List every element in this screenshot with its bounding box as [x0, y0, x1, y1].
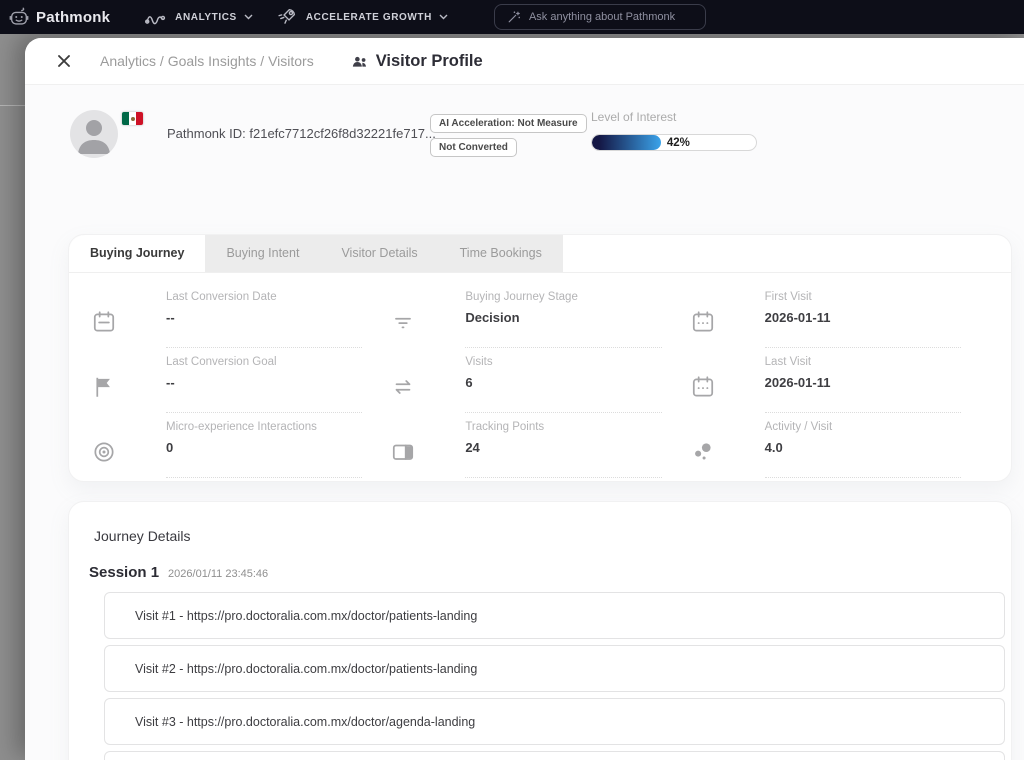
status-badge: Not Converted — [430, 138, 517, 157]
visit-row[interactable]: Visit #1 - https://pro.doctoralia.com.mx… — [104, 592, 1005, 639]
stat-value: Decision — [465, 310, 661, 325]
level-of-interest-bar: 42% — [591, 134, 757, 151]
stat-item: Visits 6 — [390, 348, 689, 413]
tab-buying-intent[interactable]: Buying Intent — [205, 235, 320, 272]
level-of-interest-value: 42% — [667, 137, 690, 149]
page-title: Visitor Profile — [376, 52, 483, 71]
ask-anything-input[interactable]: Ask anything about Pathmonk — [494, 4, 706, 30]
stat-value: -- — [166, 375, 362, 390]
visit-list: Visit #1 - https://pro.doctoralia.com.mx… — [104, 592, 1005, 760]
stat-item: Last Conversion Date -- — [91, 283, 390, 348]
calendar-icon — [690, 348, 765, 413]
mexico-flag-icon — [122, 112, 143, 125]
breadcrumb[interactable]: Analytics / Goals Insights / Visitors — [100, 53, 314, 69]
stat-label: Buying Journey Stage — [465, 291, 661, 303]
journey-details-title: Journey Details — [94, 528, 191, 544]
brand[interactable]: Pathmonk — [8, 6, 110, 28]
ask-anything-placeholder: Ask anything about Pathmonk — [529, 11, 675, 23]
stat-label: Micro-experience Interactions — [166, 421, 362, 433]
status-badge: AI Acceleration: Not Measure — [430, 114, 587, 133]
stat-label: First Visit — [765, 291, 961, 303]
filter-icon — [390, 283, 465, 348]
level-of-interest: Level of Interest 42% — [591, 110, 757, 151]
panel-header: Analytics / Goals Insights / Visitors Vi… — [25, 38, 1024, 84]
visit-row[interactable]: Visit #2 - https://pro.doctoralia.com.mx… — [104, 645, 1005, 692]
stat-value: -- — [166, 310, 362, 325]
stats-grid: Last Conversion Date -- Buying Journey S… — [91, 283, 989, 478]
pathmonk-robot-logo-icon — [8, 6, 30, 28]
profile-summary: Pathmonk ID: f21efc7712cf26f8d32221fe717… — [70, 110, 1012, 188]
stat-value: 6 — [465, 375, 661, 390]
top-nav: Pathmonk ANALYTICS ACCEL — [0, 0, 1024, 34]
visit-row[interactable]: Visit #4 - https://pro.doctoralia.com.mx… — [104, 751, 1005, 760]
rocket-icon — [275, 6, 299, 28]
avatar — [70, 110, 118, 158]
calendar-icon — [690, 283, 765, 348]
buying-journey-card: Buying Journey Buying Intent Visitor Det… — [68, 234, 1012, 482]
journey-details-card: Journey Details Session 1 2026/01/11 23:… — [68, 501, 1012, 760]
backdrop-divider — [0, 105, 25, 106]
nav-growth-label: ACCELERATE GROWTH — [306, 12, 432, 23]
session-header: Session 1 2026/01/11 23:45:46 — [89, 564, 268, 581]
visit-label: Visit #1 - https://pro.doctoralia.com.mx… — [135, 609, 477, 623]
pathmonk-id: Pathmonk ID: f21efc7712cf26f8d32221fe717… — [167, 126, 436, 141]
repeat-icon — [390, 348, 465, 413]
stat-item: First Visit 2026-01-11 — [690, 283, 989, 348]
ripple-icon — [91, 413, 166, 478]
stat-label: Activity / Visit — [765, 421, 961, 433]
visit-row[interactable]: Visit #3 - https://pro.doctoralia.com.mx… — [104, 698, 1005, 745]
session-timestamp: 2026/01/11 23:45:46 — [168, 568, 268, 580]
stat-label: Last Conversion Date — [166, 291, 362, 303]
panel-body: Pathmonk ID: f21efc7712cf26f8d32221fe717… — [25, 84, 1024, 760]
stat-item: Micro-experience Interactions 0 — [91, 413, 390, 478]
chevron-down-icon — [244, 14, 253, 20]
chevron-down-icon — [439, 14, 448, 20]
analytics-squiggle-icon — [144, 7, 168, 27]
level-of-interest-fill — [592, 135, 661, 150]
visitors-people-icon — [351, 54, 368, 69]
stat-label: Last Conversion Goal — [166, 356, 362, 368]
flag-icon — [91, 348, 166, 413]
status-badges: AI Acceleration: Not Measure Not Convert… — [430, 114, 587, 157]
tab-buying-journey[interactable]: Buying Journey — [69, 235, 205, 272]
level-of-interest-label: Level of Interest — [591, 110, 757, 124]
stat-item: Last Visit 2026-01-11 — [690, 348, 989, 413]
brand-name: Pathmonk — [36, 9, 110, 26]
tab-time-bookings[interactable]: Time Bookings — [439, 235, 563, 272]
calendar-edit-icon — [91, 283, 166, 348]
nav-accelerate-growth[interactable]: ACCELERATE GROWTH — [275, 6, 448, 28]
visit-label: Visit #2 - https://pro.doctoralia.com.mx… — [135, 662, 477, 676]
bubbles-icon — [690, 413, 765, 478]
stat-item: Activity / Visit 4.0 — [690, 413, 989, 478]
stat-item: Last Conversion Goal -- — [91, 348, 390, 413]
stat-label: Visits — [465, 356, 661, 368]
stat-label: Tracking Points — [465, 421, 661, 433]
stat-value: 2026-01-11 — [765, 310, 961, 325]
screen: Pathmonk ANALYTICS ACCEL — [0, 0, 1024, 760]
nav-analytics[interactable]: ANALYTICS — [144, 7, 253, 27]
tab-bar: Buying Journey Buying Intent Visitor Det… — [69, 235, 563, 272]
session-name: Session 1 — [89, 564, 159, 581]
stat-value: 24 — [465, 440, 661, 455]
magic-wand-icon — [507, 10, 521, 24]
visitor-profile-panel: Analytics / Goals Insights / Visitors Vi… — [25, 38, 1024, 760]
stat-value: 2026-01-11 — [765, 375, 961, 390]
stat-label: Last Visit — [765, 356, 961, 368]
nav-analytics-label: ANALYTICS — [175, 12, 237, 23]
stat-value: 4.0 — [765, 440, 961, 455]
visit-label: Visit #3 - https://pro.doctoralia.com.mx… — [135, 715, 475, 729]
stat-item: Buying Journey Stage Decision — [390, 283, 689, 348]
tab-visitor-details[interactable]: Visitor Details — [320, 235, 438, 272]
layout-icon — [390, 413, 465, 478]
close-icon[interactable] — [55, 52, 73, 70]
stat-item: Tracking Points 24 — [390, 413, 689, 478]
tab-divider — [69, 272, 1011, 273]
stat-value: 0 — [166, 440, 362, 455]
